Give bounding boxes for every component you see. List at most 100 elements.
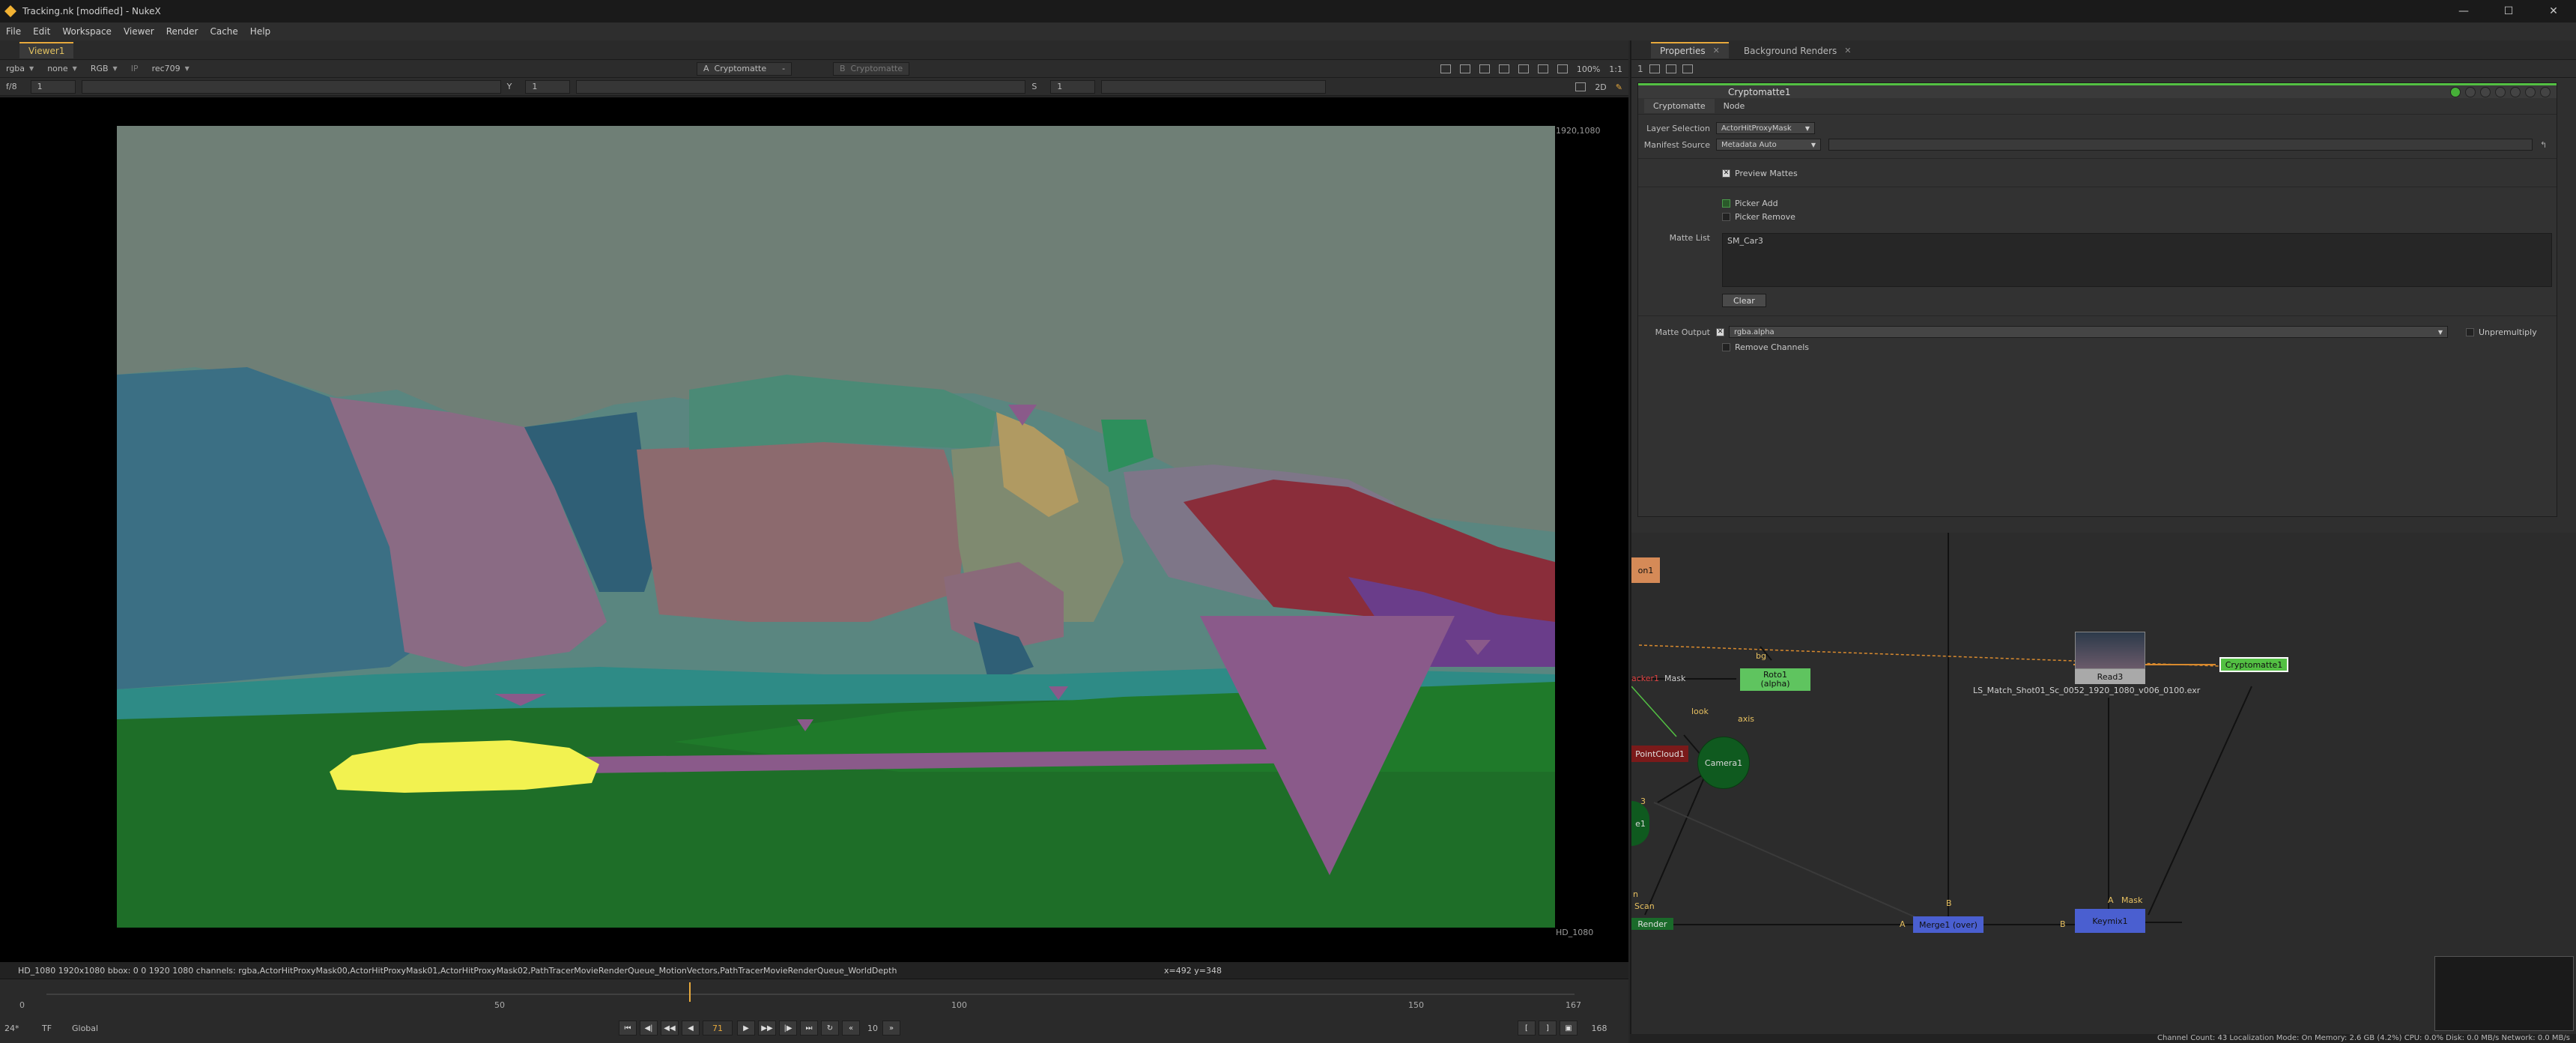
input-a-selector[interactable]: A Cryptomatte - <box>697 61 793 76</box>
tab-viewer1[interactable]: Viewer1 <box>19 41 74 58</box>
input-b-selector[interactable]: B Cryptomatte <box>833 61 910 76</box>
tf-dropdown[interactable]: TF <box>42 1024 72 1033</box>
preview-mattes-checkbox[interactable]: ✕ <box>1722 169 1730 178</box>
node-render[interactable]: Render <box>1631 918 1673 930</box>
skip-forward-button[interactable]: » <box>882 1021 900 1036</box>
clear-panels-icon[interactable] <box>1682 64 1693 73</box>
gamma-control[interactable]: Y <box>507 82 512 91</box>
unpremultiply-checkbox[interactable] <box>2466 327 2474 336</box>
node-merge1[interactable]: Merge1 (over) <box>1913 916 1983 933</box>
redo-icon[interactable] <box>2480 87 2491 97</box>
mask-overlay-icon[interactable] <box>1479 64 1490 73</box>
node-name-field[interactable]: Cryptomatte1 <box>1728 87 1791 97</box>
manifest-file-field[interactable] <box>1828 139 2533 151</box>
tab-background-renders[interactable]: Background Renders ✕ <box>1735 42 1861 58</box>
saturation-control[interactable]: S <box>1031 82 1037 91</box>
saturation-slider[interactable] <box>1101 79 1327 94</box>
picker-add-checkbox[interactable] <box>1722 199 1730 208</box>
close-icon[interactable]: ✕ <box>1713 46 1720 55</box>
node-cryptomatte1[interactable]: Cryptomatte1 <box>2219 657 2288 672</box>
skip-back-button[interactable]: « <box>842 1021 860 1036</box>
frame-field[interactable]: 1 <box>30 79 76 94</box>
help-icon[interactable] <box>2510 87 2521 97</box>
goto-end-button[interactable]: ⏭ <box>800 1021 818 1036</box>
play-forward-button[interactable]: ▶ <box>737 1021 755 1036</box>
close-icon[interactable]: ✕ <box>1844 46 1851 55</box>
play-backward-button[interactable]: ◀ <box>682 1021 700 1036</box>
paint-icon[interactable]: ✎ <box>1616 82 1622 92</box>
node-graph-minimap[interactable] <box>2434 956 2574 1031</box>
menu-edit[interactable]: Edit <box>33 26 50 37</box>
step-forward-button[interactable]: ▶▶ <box>758 1021 776 1036</box>
node-color-icon[interactable] <box>2450 87 2461 97</box>
downrez-icon[interactable] <box>1518 64 1529 73</box>
out-point-button[interactable]: ] <box>1539 1021 1557 1036</box>
close-button[interactable]: ✕ <box>2531 0 2576 22</box>
gamma-field[interactable]: 1 <box>525 79 571 94</box>
zoom-value[interactable]: 100% <box>1577 64 1600 74</box>
clear-button[interactable]: Clear <box>1722 294 1766 307</box>
menu-workspace[interactable]: Workspace <box>62 26 112 37</box>
matte-output-checkbox[interactable]: ✕ <box>1716 327 1724 336</box>
lock-range-icon[interactable]: ▣ <box>1560 1021 1578 1036</box>
timeline-playhead[interactable] <box>689 982 691 1002</box>
revert-icon[interactable] <box>2495 87 2506 97</box>
in-point-button[interactable]: [ <box>1518 1021 1536 1036</box>
close-icon[interactable] <box>2540 87 2551 97</box>
node-graph[interactable]: on1 acker1 Mask Roto1 (alpha) bg look ax… <box>1630 533 2576 1034</box>
range-dropdown[interactable]: Global <box>72 1024 132 1033</box>
node-read3[interactable]: Read3 <box>2075 669 2145 684</box>
picker-add-row[interactable]: Picker Add <box>1722 196 1778 211</box>
fps-dropdown[interactable]: 24* <box>4 1024 42 1033</box>
display-dropdown[interactable]: RGB ▼ <box>91 64 118 73</box>
saturation-field[interactable]: 1 <box>1050 79 1096 94</box>
viewer-canvas[interactable]: 1920,1080 HD_1080 <box>0 97 1628 968</box>
picker-remove-checkbox[interactable] <box>1722 212 1730 221</box>
channels-dropdown[interactable]: rgba ▼ <box>6 64 34 73</box>
node-roto1[interactable]: Roto1 (alpha) <box>1740 668 1810 691</box>
panel-count[interactable]: 1 <box>1637 64 1643 74</box>
node-pointcloud1[interactable]: PointCloud1 <box>1631 746 1688 762</box>
view-mode-value[interactable]: 2D <box>1595 82 1606 92</box>
view-layout-icon[interactable] <box>1575 82 1586 91</box>
layer-selection-dropdown[interactable]: ActorHitProxyMask ▼ <box>1716 122 1815 134</box>
node-crop[interactable]: on1 <box>1631 557 1660 583</box>
frame-step-control[interactable]: f/8 <box>6 82 17 91</box>
ip-toggle[interactable]: IP <box>131 64 139 73</box>
end-frame-field[interactable]: 168 <box>1581 1024 1618 1033</box>
prev-keyframe-button[interactable]: ◀| <box>640 1021 658 1036</box>
step-back-button[interactable]: ◀◀ <box>661 1021 679 1036</box>
lut-dropdown[interactable]: rec709 ▼ <box>152 64 190 73</box>
loop-button[interactable]: ↻ <box>821 1021 839 1036</box>
ratio-value[interactable]: 1:1 <box>1609 64 1622 74</box>
matte-list-field[interactable]: SM_Car3 <box>1722 233 2552 287</box>
step-increment[interactable]: 10 <box>863 1024 882 1033</box>
undo-icon[interactable] <box>2465 87 2476 97</box>
subtab-node[interactable]: Node <box>1715 99 1754 113</box>
matte-output-dropdown[interactable]: rgba.alpha ▼ <box>1729 326 2448 338</box>
alpha-dropdown[interactable]: none ▼ <box>47 64 77 73</box>
file-browser-icon[interactable]: ↰ <box>2540 140 2547 150</box>
guides-icon[interactable] <box>1459 64 1470 73</box>
remove-channels-checkbox[interactable] <box>1722 342 1730 351</box>
node-read3-thumbnail[interactable] <box>2075 632 2145 669</box>
maximize-icon[interactable] <box>1665 64 1676 73</box>
roi-icon[interactable] <box>1440 64 1451 73</box>
menu-render[interactable]: Render <box>166 26 198 37</box>
current-frame-field[interactable]: 71 <box>703 1021 733 1036</box>
gpu-icon[interactable] <box>1537 64 1548 73</box>
timeline[interactable]: 0 50 100 150 167 <box>0 979 1628 1013</box>
subtab-cryptomatte[interactable]: Cryptomatte <box>1644 99 1715 113</box>
gain-slider[interactable] <box>81 79 501 94</box>
proxy-icon[interactable] <box>1498 64 1509 73</box>
maximize-button[interactable]: ☐ <box>2486 0 2531 22</box>
float-icon[interactable] <box>2525 87 2536 97</box>
gamma-slider[interactable] <box>576 79 1026 94</box>
remove-channels-row[interactable]: Remove Channels <box>1722 339 1809 354</box>
menu-cache[interactable]: Cache <box>210 26 237 37</box>
minimize-button[interactable]: — <box>2441 0 2486 22</box>
node-keymix1[interactable]: Keymix1 <box>2075 909 2145 933</box>
menu-help[interactable]: Help <box>250 26 270 37</box>
pause-icon[interactable] <box>1557 64 1568 73</box>
next-keyframe-button[interactable]: |▶ <box>779 1021 797 1036</box>
